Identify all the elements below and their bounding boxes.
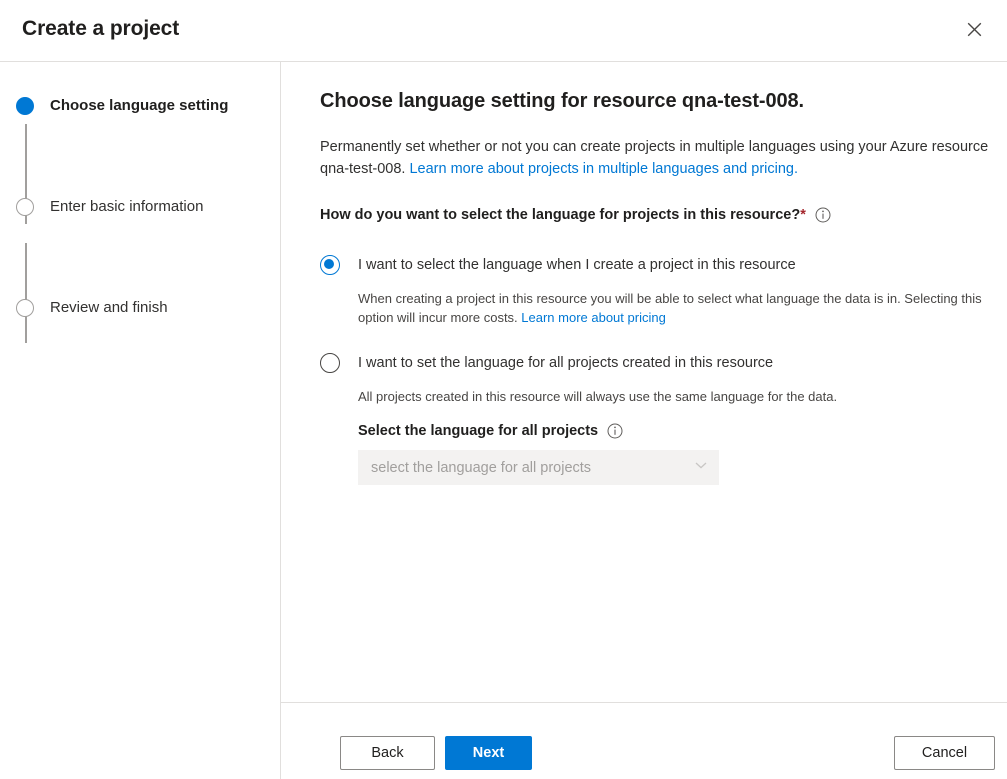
main-content: Choose language setting for resource qna… xyxy=(281,62,1007,702)
close-button[interactable] xyxy=(955,12,993,50)
language-dropdown-label: Select the language for all projects xyxy=(358,423,598,439)
radio-unselected-icon xyxy=(320,353,340,373)
back-button[interactable]: Back xyxy=(340,736,435,770)
content-description: Permanently set whether or not you can c… xyxy=(320,136,995,180)
info-icon[interactable] xyxy=(815,207,831,223)
close-icon xyxy=(967,22,982,40)
radio-option-label: I want to select the language when I cre… xyxy=(358,255,796,275)
learn-more-multiple-languages-link[interactable]: Learn more about projects in multiple la… xyxy=(409,161,798,177)
dialog-footer: Back Next Cancel xyxy=(281,702,1007,779)
radio-option-select-per-project[interactable]: I want to select the language when I cre… xyxy=(320,255,796,275)
empty-circle-icon xyxy=(16,299,34,317)
sidebar-item-enter-basic-information[interactable]: Enter basic information xyxy=(16,197,203,217)
sidebar-item-label: Review and finish xyxy=(50,298,168,318)
question-label-row: How do you want to select the language f… xyxy=(320,207,831,223)
step-connector-2 xyxy=(25,243,27,343)
radio-option-set-for-all-projects-help: All projects created in this resource wi… xyxy=(358,387,998,406)
chevron-down-icon xyxy=(694,458,708,477)
sidebar-item-choose-language-setting[interactable]: Choose language setting xyxy=(16,96,228,116)
dialog-titlebar: Create a project xyxy=(0,0,1007,62)
language-dropdown-label-row: Select the language for all projects xyxy=(358,423,623,439)
learn-more-pricing-link[interactable]: Learn more about pricing xyxy=(521,310,666,325)
help-text: All projects created in this resource wi… xyxy=(358,389,837,404)
wizard-steps-sidebar: Choose language setting Enter basic info… xyxy=(0,62,281,779)
sidebar-item-label: Choose language setting xyxy=(50,96,228,116)
required-marker: * xyxy=(800,207,806,223)
question-label: How do you want to select the language f… xyxy=(320,207,800,223)
sidebar-item-label: Enter basic information xyxy=(50,197,203,217)
radio-selected-icon xyxy=(320,255,340,275)
radio-option-label: I want to set the language for all proje… xyxy=(358,353,773,373)
info-icon[interactable] xyxy=(607,423,623,439)
filled-circle-icon xyxy=(16,97,34,115)
language-dropdown[interactable]: select the language for all projects xyxy=(358,450,719,485)
radio-option-select-per-project-help: When creating a project in this resource… xyxy=(358,289,998,327)
content-heading: Choose language setting for resource qna… xyxy=(320,90,804,113)
sidebar-item-review-and-finish[interactable]: Review and finish xyxy=(16,298,168,318)
page-title: Create a project xyxy=(22,17,179,41)
empty-circle-icon xyxy=(16,198,34,216)
next-button[interactable]: Next xyxy=(445,736,532,770)
cancel-button[interactable]: Cancel xyxy=(894,736,995,770)
radio-option-set-for-all-projects[interactable]: I want to set the language for all proje… xyxy=(320,353,773,373)
help-text: When creating a project in this resource… xyxy=(358,291,982,325)
language-dropdown-value: select the language for all projects xyxy=(371,460,591,476)
